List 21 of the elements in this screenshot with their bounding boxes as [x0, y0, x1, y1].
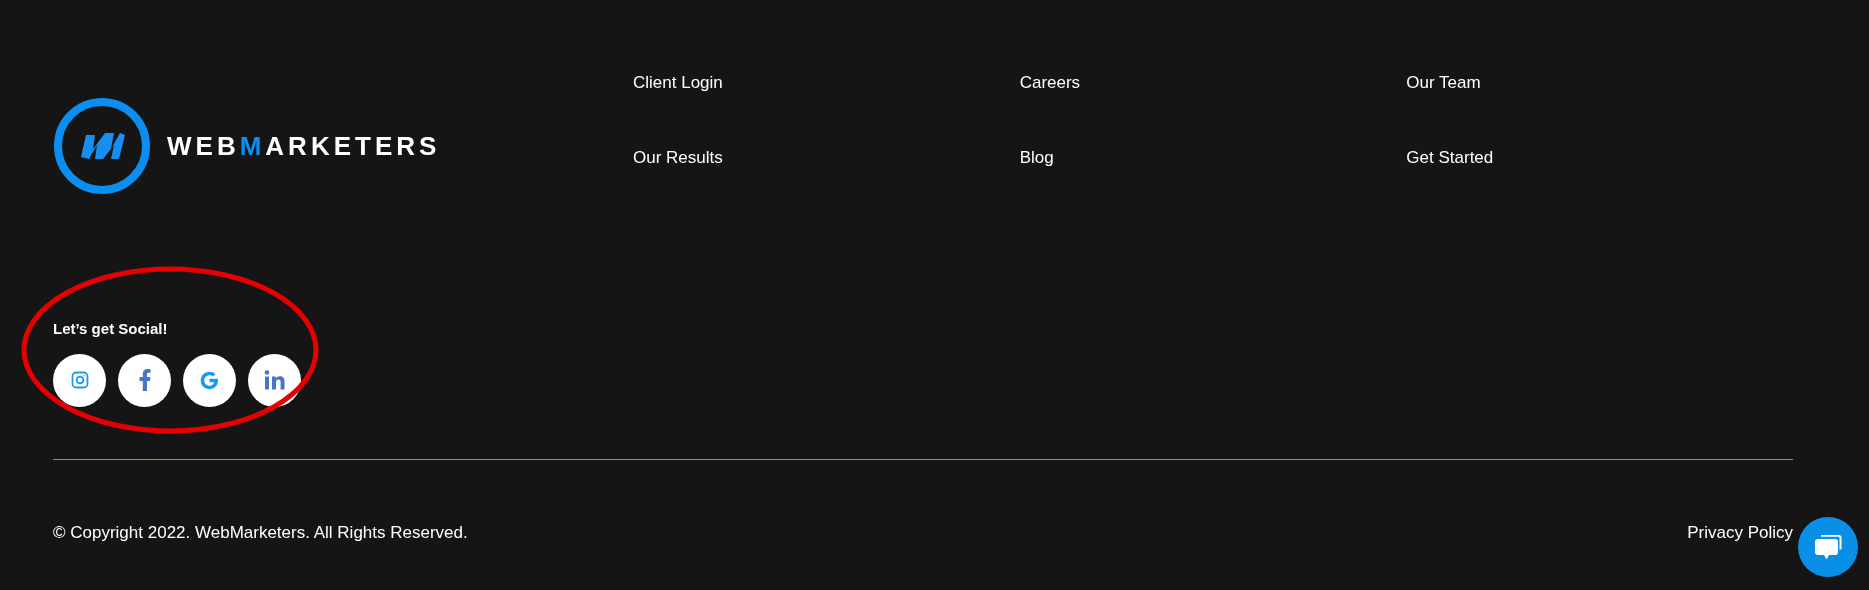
footer-link[interactable]: Our Results — [633, 148, 723, 167]
linkedin-icon — [264, 370, 285, 390]
copyright-text: © Copyright 2022. WebMarketers. All Rights Reserved. — [53, 521, 468, 544]
chat-icon — [1813, 533, 1843, 561]
social-button[interactable] — [183, 353, 236, 407]
footer-link[interactable]: Our Team — [1406, 73, 1481, 92]
social-button[interactable] — [248, 353, 301, 407]
privacy-policy-link[interactable]: Privacy Policy — [1687, 519, 1793, 545]
instagram-icon — [70, 371, 89, 389]
logo-icon — [53, 97, 151, 195]
social-button[interactable] — [53, 353, 106, 407]
brand-wordmark: WEB M ARKETERS — [167, 129, 441, 163]
facebook-icon — [138, 369, 151, 391]
footer-link[interactable]: Client Login — [633, 73, 723, 92]
social-button[interactable] — [118, 353, 171, 407]
footer-link[interactable]: Get Started — [1406, 148, 1494, 167]
footer-link[interactable]: Careers — [1019, 73, 1081, 92]
chat-button[interactable] — [1798, 517, 1858, 577]
footer-link[interactable]: Blog — [1019, 148, 1054, 167]
social-heading: Let’s get Social! — [53, 319, 169, 339]
google-icon — [199, 369, 220, 391]
